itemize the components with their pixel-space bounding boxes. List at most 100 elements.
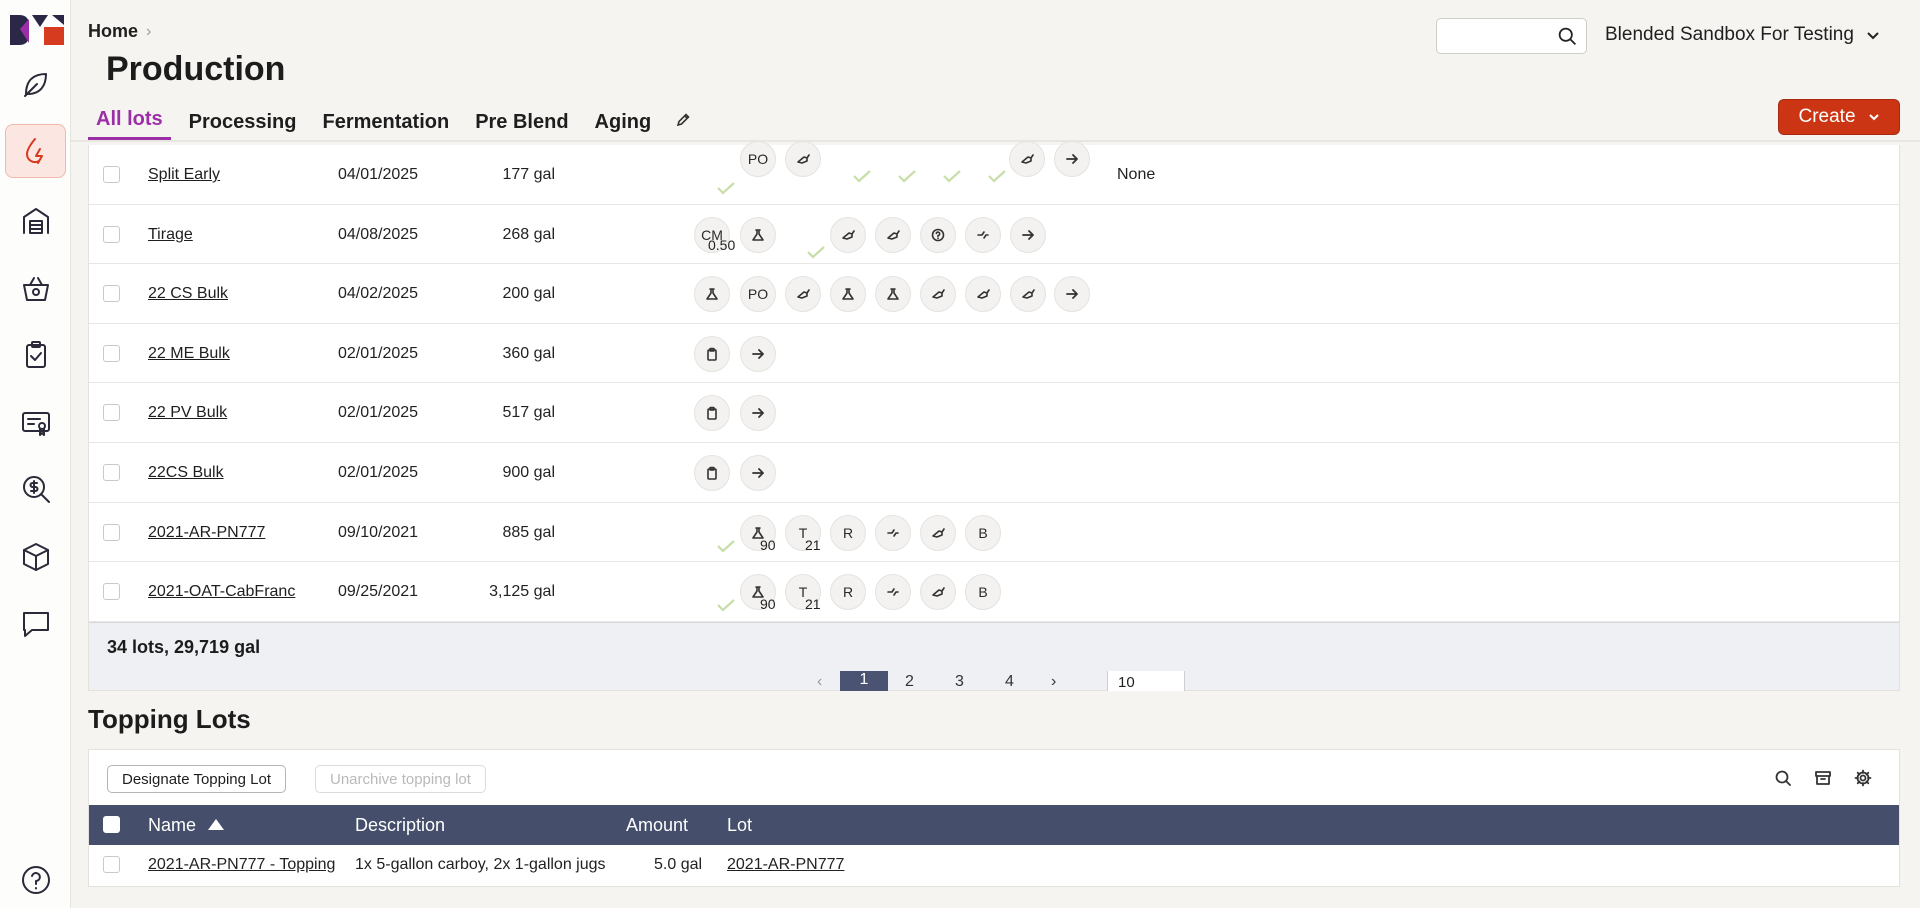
designate-topping-lot-button[interactable]: Designate Topping Lot (107, 765, 287, 793)
lot-name-link[interactable]: 22 CS Bulk (148, 285, 228, 303)
lot-name-link[interactable]: 22 ME Bulk (148, 345, 230, 363)
action-bottle[interactable] (920, 514, 956, 551)
action-lab[interactable] (694, 276, 730, 313)
page-button[interactable]: 2 (905, 673, 914, 691)
action-bottle[interactable] (830, 216, 866, 253)
tab-aging[interactable]: Aging (587, 109, 660, 140)
lot-name-link[interactable]: 2021-OAT-CabFranc (148, 583, 295, 601)
nav-inventory[interactable] (5, 530, 66, 584)
action-next[interactable] (740, 454, 776, 491)
page-button[interactable]: 4 (1005, 673, 1014, 691)
row-checkbox[interactable] (103, 463, 120, 481)
nav-costing[interactable] (5, 462, 66, 516)
column-description[interactable]: Description (355, 815, 445, 836)
search-input[interactable] (1436, 18, 1587, 54)
action-po[interactable]: PO (740, 276, 776, 313)
settings-button[interactable] (1851, 766, 1875, 790)
row-checkbox[interactable] (103, 404, 120, 422)
action-r[interactable]: R (830, 514, 866, 551)
action-b[interactable]: B (965, 574, 1001, 611)
nav-help[interactable] (5, 853, 66, 907)
row-checkbox[interactable] (103, 856, 120, 873)
nav-production[interactable] (5, 124, 66, 178)
action-transfer[interactable] (875, 514, 911, 551)
lot-name-link[interactable]: 22 PV Bulk (148, 404, 227, 422)
action-bottle[interactable] (785, 276, 821, 313)
nav-facility[interactable] (5, 194, 66, 248)
row-checkbox[interactable] (103, 523, 120, 541)
topping-amount: 5.0 gal (654, 856, 703, 873)
create-button[interactable]: Create (1778, 99, 1900, 135)
edit-tabs-button[interactable] (675, 112, 695, 132)
topping-lot-link[interactable]: 2021-AR-PN777 (727, 856, 844, 874)
org-selector[interactable]: Blended Sandbox For Testing (1605, 24, 1880, 46)
action-bottle[interactable] (920, 276, 956, 313)
action-next[interactable] (1054, 141, 1090, 177)
nav-sales[interactable] (5, 262, 66, 316)
brand-logo[interactable] (10, 13, 64, 45)
action-help[interactable] (920, 216, 956, 253)
action-lab[interactable] (830, 276, 866, 313)
action-lab[interactable] (740, 216, 776, 253)
lot-volume: 900 gal (502, 463, 556, 481)
page-button[interactable]: 1 (840, 670, 888, 691)
column-amount[interactable]: Amount (626, 815, 688, 836)
search-button[interactable] (1771, 766, 1795, 790)
action-bottle[interactable] (965, 276, 1001, 313)
tab-all-lots[interactable]: All lots (88, 106, 171, 140)
pour-icon (1022, 289, 1035, 299)
lots-footer: 34 lots, 29,719 gal ‹ 1 2 3 4 › 10 (89, 621, 1899, 691)
breadcrumb-home[interactable]: Home (88, 21, 138, 42)
column-name[interactable]: Name (148, 815, 225, 836)
row-checkbox[interactable] (103, 583, 120, 601)
action-lab[interactable] (875, 276, 911, 313)
tab-processing[interactable]: Processing (181, 109, 305, 140)
action-bottle[interactable] (785, 141, 821, 177)
nav-tasks[interactable] (5, 328, 66, 382)
lot-name-link[interactable]: Tirage (148, 226, 193, 244)
select-all-checkbox[interactable] (103, 816, 120, 833)
action-next[interactable] (740, 335, 776, 372)
action-transfer[interactable] (965, 216, 1001, 253)
action-next[interactable] (1054, 276, 1090, 313)
nav-compliance[interactable] (5, 396, 66, 450)
tab-fermentation[interactable]: Fermentation (315, 109, 458, 140)
action-bottle[interactable] (1009, 141, 1045, 177)
row-checkbox[interactable] (103, 344, 120, 362)
action-bottle[interactable] (1010, 276, 1046, 313)
column-lot[interactable]: Lot (727, 815, 752, 836)
page-button[interactable]: 3 (955, 673, 964, 691)
row-checkbox[interactable] (103, 285, 120, 303)
nav-messages[interactable] (5, 597, 66, 651)
next-page-icon[interactable]: › (1051, 673, 1056, 691)
chevron-down-icon (1868, 114, 1879, 121)
flask-icon (706, 288, 718, 300)
action-bottle[interactable] (875, 216, 911, 253)
action-next[interactable] (740, 395, 776, 432)
action-task[interactable] (694, 335, 730, 372)
action-bottle[interactable] (920, 574, 956, 611)
action-task[interactable] (694, 454, 730, 491)
lot-name-link[interactable]: 2021-AR-PN777 (148, 524, 265, 542)
topping-name-link[interactable]: 2021-AR-PN777 - Topping (148, 856, 335, 874)
action-task[interactable] (694, 395, 730, 432)
chat-icon (22, 612, 49, 637)
row-checkbox[interactable] (103, 225, 120, 243)
pour-icon (977, 289, 990, 299)
page-size-select[interactable]: 10 (1107, 670, 1185, 691)
action-transfer[interactable] (875, 574, 911, 611)
lot-name-link[interactable]: 22CS Bulk (148, 464, 224, 482)
nav-vineyard[interactable] (5, 57, 66, 111)
unarchive-topping-lot-button[interactable]: Unarchive topping lot (315, 765, 486, 793)
breadcrumb: Home › (88, 21, 151, 42)
row-checkbox[interactable] (103, 166, 120, 183)
archive-button[interactable] (1811, 766, 1835, 790)
lot-name-link[interactable]: Split Early (148, 166, 220, 184)
action-po[interactable]: PO (740, 141, 776, 177)
tab-pre-blend[interactable]: Pre Blend (467, 109, 576, 140)
pour-icon (932, 527, 945, 538)
action-r[interactable]: R (830, 574, 866, 611)
action-b[interactable]: B (965, 514, 1001, 551)
action-next[interactable] (1010, 216, 1046, 253)
prev-page-icon[interactable]: ‹ (817, 673, 822, 691)
